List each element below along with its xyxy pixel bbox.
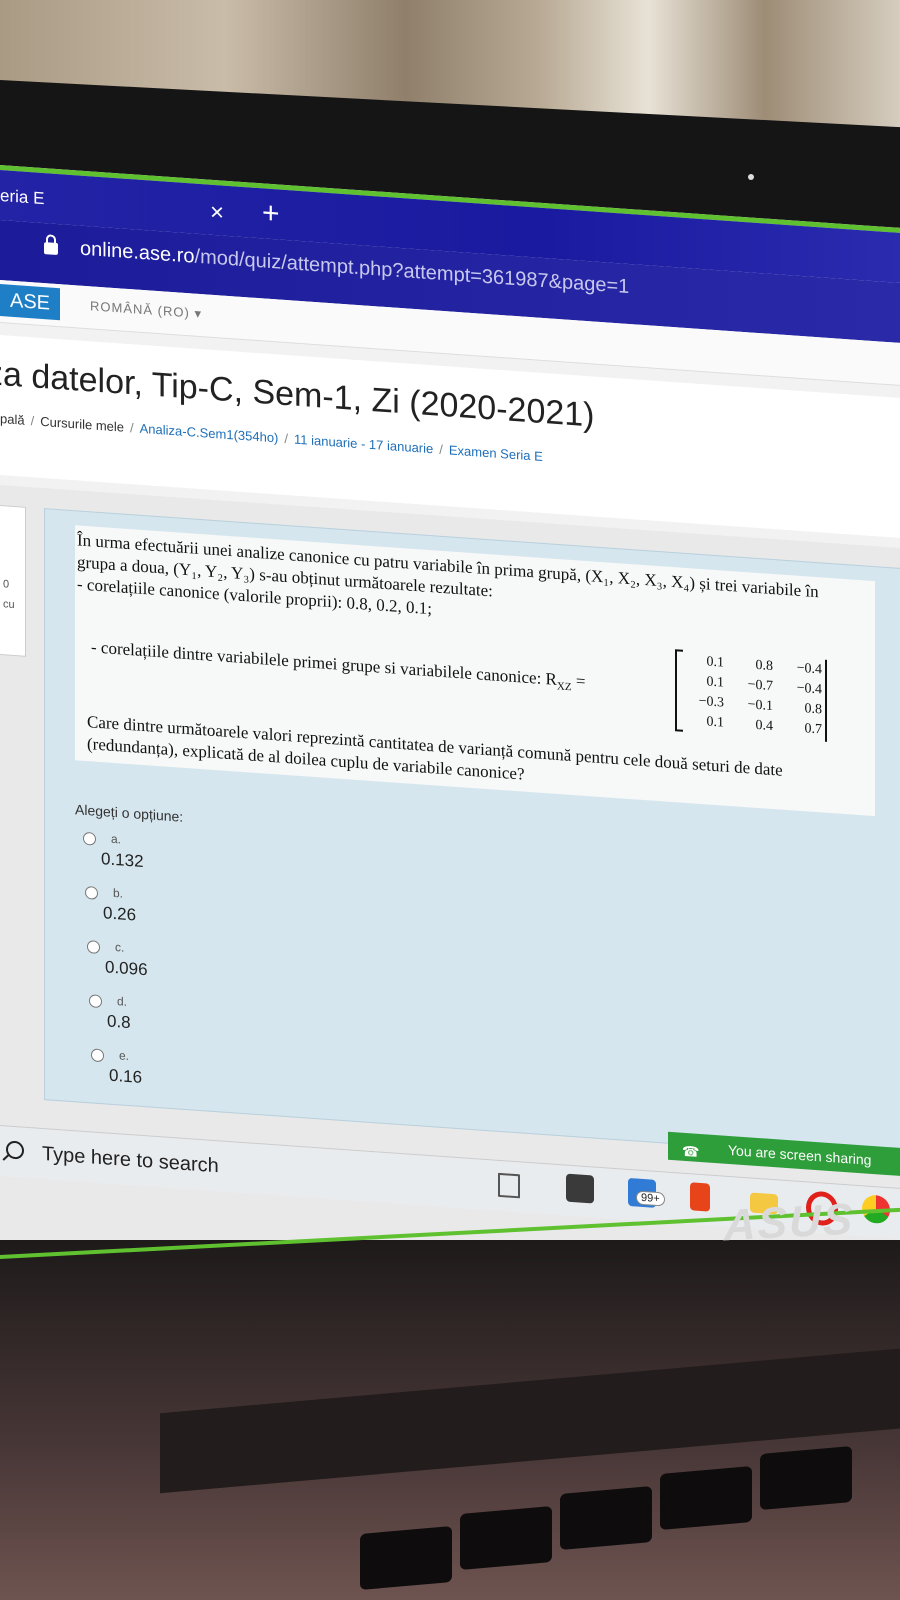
matrix-cell: 0.4 — [755, 717, 774, 735]
option-value[interactable]: 0.26 — [103, 903, 136, 925]
breadcrumb-item-course[interactable]: Analiza-C.Sem1(354ho) — [140, 421, 279, 446]
question-text: În urma efectuării unei analize canonice… — [75, 525, 875, 817]
breadcrumb-item-home[interactable]: pală — [0, 411, 25, 428]
task-view-icon[interactable] — [498, 1172, 520, 1199]
option-value[interactable]: 0.16 — [109, 1066, 142, 1088]
radio-button[interactable] — [83, 831, 96, 846]
radio-button[interactable] — [91, 1048, 104, 1063]
sharing-text: You are screen sharing — [728, 1141, 872, 1168]
answer-option-c[interactable]: c. 0.096 — [87, 938, 207, 992]
answer-option-a[interactable]: a. 0.132 — [83, 830, 203, 884]
ase-logo[interactable]: ASE — [0, 284, 60, 321]
matrix-equals: = — [571, 670, 586, 691]
lock-icon — [44, 242, 58, 256]
close-icon[interactable]: × — [210, 199, 224, 228]
option-letter: b. — [113, 885, 124, 901]
answer-option-e[interactable]: e. 0.16 — [91, 1046, 211, 1100]
keyboard-key — [760, 1445, 852, 1511]
language-selector[interactable]: ROMÂNĂ (RO) ▾ — [90, 298, 202, 322]
keyboard-key — [560, 1485, 652, 1551]
radio-button[interactable] — [87, 940, 100, 954]
matrix-cell: 0.7 — [804, 721, 823, 738]
radio-button[interactable] — [85, 885, 98, 900]
matrix-cell: 0.1 — [706, 714, 725, 731]
new-tab-button[interactable]: + — [262, 196, 280, 230]
breadcrumb-item-week[interactable]: 11 ianuarie - 17 ianuarie — [294, 432, 433, 457]
breadcrumb-separator: / — [284, 430, 288, 447]
search-placeholder: Type here to search — [42, 1142, 219, 1178]
question-number: 0 — [3, 578, 10, 591]
matrix-label: - corelațiile dintre variabilele primei … — [91, 636, 585, 699]
breadcrumb-separator: / — [439, 441, 443, 457]
keyboard-key — [360, 1525, 452, 1591]
option-letter: a. — [111, 831, 122, 847]
option-letter: c. — [115, 940, 125, 955]
matrix-label-text: - corelațiile dintre variabilele primei … — [91, 637, 557, 689]
matrix-subscript: XZ — [556, 680, 572, 694]
question-panel: În urma efectuării unei analize canonice… — [44, 508, 900, 1161]
breadcrumb-separator: / — [130, 420, 134, 436]
asus-logo: ASUS — [724, 1194, 855, 1251]
answer-option-b[interactable]: b. 0.26 — [85, 884, 205, 938]
mail-badge: 99+ — [636, 1190, 665, 1207]
option-letter: d. — [117, 994, 128, 1009]
keyboard-key — [660, 1465, 752, 1531]
tab-title: eria E — [0, 186, 45, 209]
url-host: online.ase.ro — [80, 237, 195, 268]
answer-option-d[interactable]: d. 0.8 — [89, 992, 209, 1046]
answers-label: Alegeți o opțiune: — [75, 801, 184, 825]
breadcrumb-separator: / — [30, 413, 35, 429]
breadcrumb-item-my-courses[interactable]: Cursurile mele — [40, 414, 124, 435]
store-icon[interactable] — [566, 1173, 594, 1204]
correlation-matrix: 0.1 0.8 −0.4 0.1 −0.7 −0.4 −0.3 −0.1 0.8… — [675, 649, 827, 742]
keyboard-key — [460, 1505, 552, 1571]
question-status: cu — [3, 598, 15, 612]
option-value[interactable]: 0.8 — [107, 1011, 131, 1033]
phone-icon: ☎ — [682, 1142, 700, 1160]
radio-button[interactable] — [89, 994, 102, 1009]
screen: eria E × + online.ase.ro/mod/quiz/attemp… — [0, 165, 900, 1343]
option-value[interactable]: 0.096 — [105, 957, 148, 980]
breadcrumb-item-exam[interactable]: Examen Seria E — [449, 442, 543, 464]
office-icon[interactable] — [690, 1182, 710, 1212]
question-info-card: 0 cu — [0, 504, 26, 657]
search-icon — [6, 1140, 24, 1160]
option-letter: e. — [119, 1048, 130, 1064]
option-value[interactable]: 0.132 — [101, 849, 144, 872]
webcam — [748, 174, 754, 180]
